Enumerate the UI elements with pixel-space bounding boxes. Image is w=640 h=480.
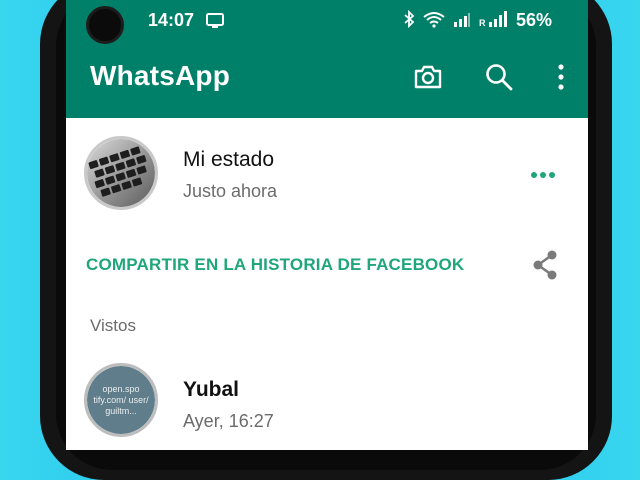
share-facebook-story-link[interactable]: COMPARTIR EN LA HISTORIA DE FACEBOOK bbox=[86, 255, 464, 275]
my-status-name: Mi estado bbox=[183, 148, 275, 171]
front-camera bbox=[86, 6, 124, 44]
search-icon[interactable] bbox=[484, 62, 514, 92]
contact-status-avatar[interactable]: open.spo tify.com/ user/ guiltm... bbox=[84, 363, 158, 437]
status-time: 14:07 bbox=[148, 10, 195, 30]
app-bar: 14:07 R 56% WhatsApp bbox=[66, 0, 588, 118]
app-title: WhatsApp bbox=[90, 60, 231, 91]
status-icons: R bbox=[403, 10, 508, 28]
contact-status-time: Ayer, 16:27 bbox=[183, 411, 274, 431]
avatar-link-text: open.spo tify.com/ user/ guiltm... bbox=[93, 383, 149, 416]
keyboard-photo bbox=[87, 139, 155, 207]
signal-icon-1 bbox=[454, 13, 470, 27]
avatar-link-preview: open.spo tify.com/ user/ guiltm... bbox=[87, 366, 155, 434]
roaming-label: R bbox=[479, 18, 486, 28]
contact-name: Yubal bbox=[183, 378, 240, 401]
share-icon[interactable] bbox=[530, 249, 560, 281]
viewed-section-label: Vistos bbox=[90, 316, 136, 335]
more-vert-icon[interactable] bbox=[546, 62, 576, 92]
my-status-time: Justo ahora bbox=[183, 181, 278, 201]
screen-cast-icon bbox=[206, 13, 224, 28]
camera-icon[interactable] bbox=[413, 62, 443, 92]
my-status-avatar[interactable] bbox=[84, 136, 158, 210]
status-list-item[interactable]: open.spo tify.com/ user/ guiltm... Yubal… bbox=[66, 350, 588, 450]
more-horiz-icon[interactable] bbox=[530, 170, 556, 180]
signal-icon-2 bbox=[488, 11, 507, 27]
wifi-icon bbox=[423, 12, 445, 28]
bluetooth-icon bbox=[404, 10, 415, 28]
my-status-row[interactable]: Mi estado Justo ahora bbox=[66, 118, 588, 228]
screen: 14:07 R 56% WhatsApp Mi estado Justo aho… bbox=[66, 0, 588, 450]
battery-percent: 56% bbox=[515, 10, 552, 30]
